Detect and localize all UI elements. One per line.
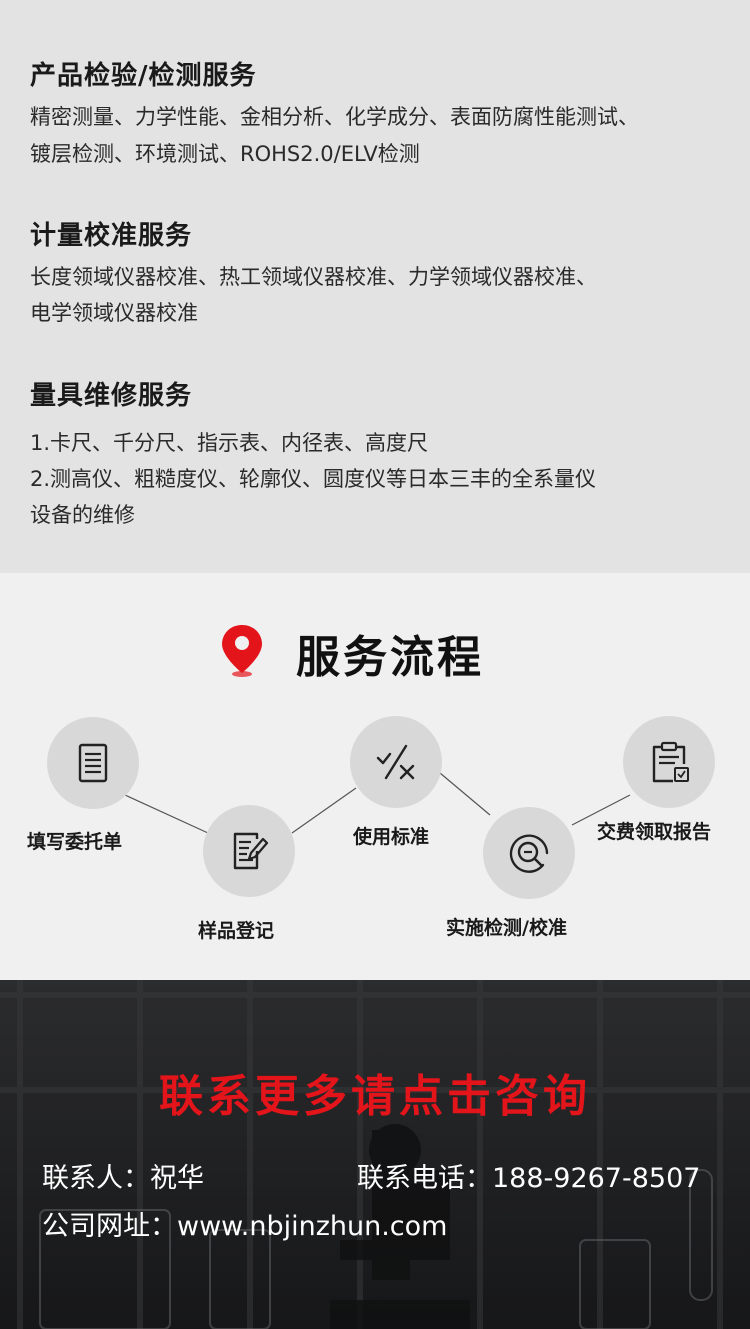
clipboard-report-icon [652,741,689,783]
step-4-circle [483,807,575,899]
service-line: 1.卡尺、千分尺、指示表、内径表、高度尺 [30,431,429,455]
contact-section: 联系更多请点击咨询 联系人：祝华 联系电话：188-9267-8507 公司网址… [0,980,750,1329]
process-header: 服务流程 [0,617,750,687]
contact-website[interactable]: 公司网址：www.nbjinzhun.com [42,1204,447,1243]
service-line: 长度领域仪器校准、热工领域仪器校准、力学领域仪器校准、 [30,265,597,289]
magnify-search-icon [509,834,549,873]
service-line: 镀层检测、环境测试、ROHS2.0/ELV检测 [30,142,420,166]
edit-document-icon [233,832,269,870]
service-title-calibration: 计量校准服务 [30,221,193,251]
services-section: 产品检验/检测服务 精密测量、力学性能、金相分析、化学成分、表面防腐性能测试、 … [0,0,750,573]
location-pin-icon [222,625,262,677]
step-3-label: 使用标准 [353,826,430,848]
form-document-icon [78,743,108,783]
contact-phone[interactable]: 联系电话：188-9267-8507 [357,1156,700,1195]
step-3-circle [350,716,442,808]
process-title: 服务流程 [296,632,484,683]
step-1-circle [47,717,139,809]
service-line: 电学领域仪器校准 [30,301,198,325]
service-line: 精密测量、力学性能、金相分析、化学成分、表面防腐性能测试、 [30,105,639,129]
service-line: 2.测高仪、粗糙度仪、轮廓仪、圆度仪等日本三丰的全系量仪 [30,467,597,491]
process-section: 服务流程 填写委托单 样品登记 使用标准 实施检测/校准 交费领取报告 [0,573,750,980]
step-5-circle [623,716,715,808]
step-1-label: 填写委托单 [27,831,123,853]
service-title-repair: 量具维修服务 [30,381,193,411]
step-5-label: 交费领取报告 [597,821,712,843]
step-2-label: 样品登记 [198,920,275,942]
percent-check-icon [376,744,415,780]
service-line: 设备的维修 [30,503,135,527]
lab-background-image [0,980,750,1329]
step-2-circle [203,805,295,897]
contact-cta-title[interactable]: 联系更多请点击咨询 [0,1060,750,1124]
step-4-label: 实施检测/校准 [446,917,567,939]
contact-person: 联系人：祝华 [42,1163,204,1194]
service-title-testing: 产品检验/检测服务 [30,61,257,91]
